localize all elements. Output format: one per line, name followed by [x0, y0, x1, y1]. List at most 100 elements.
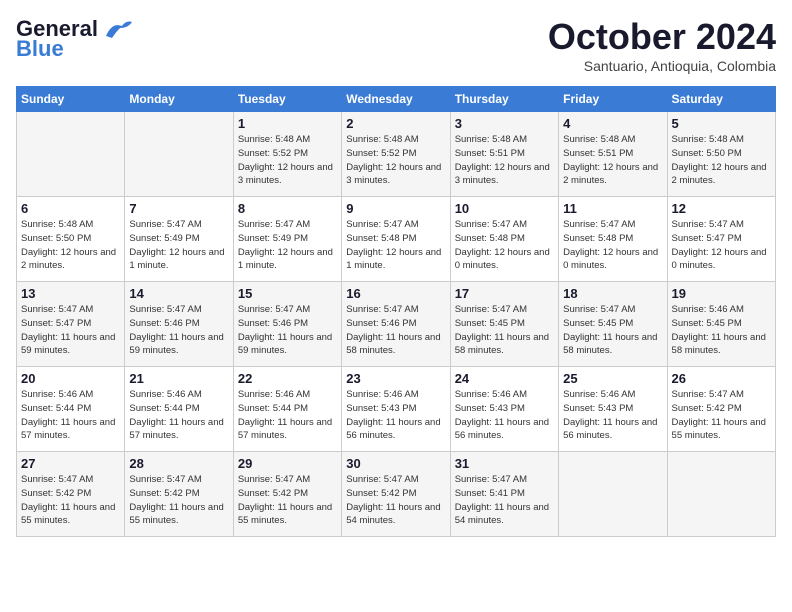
calendar-cell: 22 Sunrise: 5:46 AM Sunset: 5:44 PM Dayli… [233, 367, 341, 452]
weekday-header: Sunday [17, 87, 125, 112]
cell-info: Sunrise: 5:46 AM Sunset: 5:44 PM Dayligh… [238, 388, 337, 443]
day-number: 20 [21, 371, 120, 386]
cell-info: Sunrise: 5:47 AM Sunset: 5:49 PM Dayligh… [129, 218, 228, 273]
calendar-cell: 1 Sunrise: 5:48 AM Sunset: 5:52 PM Daylig… [233, 112, 341, 197]
calendar-cell: 13Sunrise: 5:47 AM Sunset: 5:47 PM Dayli… [17, 282, 125, 367]
calendar-week-row: 27 Sunrise: 5:47 AM Sunset: 5:42 PM Dayli… [17, 452, 776, 537]
calendar-table: SundayMondayTuesdayWednesdayThursdayFrid… [16, 86, 776, 537]
calendar-week-row: 13Sunrise: 5:47 AM Sunset: 5:47 PM Dayli… [17, 282, 776, 367]
calendar-cell: 25Sunrise: 5:46 AM Sunset: 5:43 PM Dayli… [559, 367, 667, 452]
day-number: 26 [672, 371, 771, 386]
calendar-cell: 7 Sunrise: 5:47 AM Sunset: 5:49 PM Daylig… [125, 197, 233, 282]
calendar-cell [17, 112, 125, 197]
calendar-cell: 24 Sunrise: 5:46 AM Sunset: 5:43 PM Dayli… [450, 367, 558, 452]
day-number: 29 [238, 456, 337, 471]
day-number: 1 [238, 116, 337, 131]
cell-info: Sunrise: 5:48 AM Sunset: 5:50 PM Dayligh… [672, 133, 771, 188]
cell-info: Sunrise: 5:47 AM Sunset: 5:42 PM Dayligh… [346, 473, 445, 528]
page-header: General Blue October 2024 Santuario, Ant… [16, 16, 776, 74]
calendar-cell [667, 452, 775, 537]
title-block: October 2024 Santuario, Antioquia, Colom… [548, 16, 776, 74]
calendar-cell: 6Sunrise: 5:48 AM Sunset: 5:50 PM Daylig… [17, 197, 125, 282]
cell-info: Sunrise: 5:47 AM Sunset: 5:41 PM Dayligh… [455, 473, 554, 528]
day-number: 11 [563, 201, 662, 216]
cell-info: Sunrise: 5:47 AM Sunset: 5:46 PM Dayligh… [238, 303, 337, 358]
logo: General Blue [16, 16, 134, 62]
calendar-cell: 31 Sunrise: 5:47 AM Sunset: 5:41 PM Dayli… [450, 452, 558, 537]
cell-info: Sunrise: 5:46 AM Sunset: 5:43 PM Dayligh… [455, 388, 554, 443]
calendar-cell: 5 Sunrise: 5:48 AM Sunset: 5:50 PM Daylig… [667, 112, 775, 197]
day-number: 18 [563, 286, 662, 301]
calendar-cell: 16 Sunrise: 5:47 AM Sunset: 5:46 PM Dayli… [342, 282, 450, 367]
calendar-cell: 15 Sunrise: 5:47 AM Sunset: 5:46 PM Dayli… [233, 282, 341, 367]
day-number: 4 [563, 116, 662, 131]
calendar-cell: 30Sunrise: 5:47 AM Sunset: 5:42 PM Dayli… [342, 452, 450, 537]
cell-info: Sunrise: 5:47 AM Sunset: 5:42 PM Dayligh… [672, 388, 771, 443]
day-number: 2 [346, 116, 445, 131]
calendar-cell: 12 Sunrise: 5:47 AM Sunset: 5:47 PM Dayli… [667, 197, 775, 282]
cell-info: Sunrise: 5:47 AM Sunset: 5:48 PM Dayligh… [563, 218, 662, 273]
cell-info: Sunrise: 5:48 AM Sunset: 5:50 PM Dayligh… [21, 218, 120, 273]
calendar-week-row: 20 Sunrise: 5:46 AM Sunset: 5:44 PM Dayli… [17, 367, 776, 452]
calendar-cell: 17 Sunrise: 5:47 AM Sunset: 5:45 PM Dayli… [450, 282, 558, 367]
day-number: 19 [672, 286, 771, 301]
cell-info: Sunrise: 5:47 AM Sunset: 5:48 PM Dayligh… [455, 218, 554, 273]
cell-info: Sunrise: 5:47 AM Sunset: 5:47 PM Dayligh… [21, 303, 120, 358]
weekday-header: Wednesday [342, 87, 450, 112]
calendar-cell: 21Sunrise: 5:46 AM Sunset: 5:44 PM Dayli… [125, 367, 233, 452]
day-number: 7 [129, 201, 228, 216]
calendar-cell: 23Sunrise: 5:46 AM Sunset: 5:43 PM Dayli… [342, 367, 450, 452]
cell-info: Sunrise: 5:48 AM Sunset: 5:52 PM Dayligh… [238, 133, 337, 188]
cell-info: Sunrise: 5:47 AM Sunset: 5:46 PM Dayligh… [129, 303, 228, 358]
weekday-header: Monday [125, 87, 233, 112]
calendar-cell: 26 Sunrise: 5:47 AM Sunset: 5:42 PM Dayli… [667, 367, 775, 452]
cell-info: Sunrise: 5:47 AM Sunset: 5:45 PM Dayligh… [563, 303, 662, 358]
calendar-cell: 28 Sunrise: 5:47 AM Sunset: 5:42 PM Dayli… [125, 452, 233, 537]
cell-info: Sunrise: 5:47 AM Sunset: 5:42 PM Dayligh… [21, 473, 120, 528]
cell-info: Sunrise: 5:47 AM Sunset: 5:42 PM Dayligh… [238, 473, 337, 528]
cell-info: Sunrise: 5:46 AM Sunset: 5:44 PM Dayligh… [21, 388, 120, 443]
day-number: 17 [455, 286, 554, 301]
month-title: October 2024 [548, 16, 776, 58]
cell-info: Sunrise: 5:47 AM Sunset: 5:49 PM Dayligh… [238, 218, 337, 273]
calendar-cell: 11 Sunrise: 5:47 AM Sunset: 5:48 PM Dayli… [559, 197, 667, 282]
day-number: 28 [129, 456, 228, 471]
cell-info: Sunrise: 5:47 AM Sunset: 5:45 PM Dayligh… [455, 303, 554, 358]
day-number: 31 [455, 456, 554, 471]
cell-info: Sunrise: 5:47 AM Sunset: 5:42 PM Dayligh… [129, 473, 228, 528]
calendar-cell: 3Sunrise: 5:48 AM Sunset: 5:51 PM Daylig… [450, 112, 558, 197]
day-number: 8 [238, 201, 337, 216]
calendar-cell: 9Sunrise: 5:47 AM Sunset: 5:48 PM Daylig… [342, 197, 450, 282]
cell-info: Sunrise: 5:46 AM Sunset: 5:43 PM Dayligh… [563, 388, 662, 443]
calendar-week-row: 1 Sunrise: 5:48 AM Sunset: 5:52 PM Daylig… [17, 112, 776, 197]
day-number: 15 [238, 286, 337, 301]
cell-info: Sunrise: 5:48 AM Sunset: 5:51 PM Dayligh… [455, 133, 554, 188]
weekday-header: Friday [559, 87, 667, 112]
day-number: 22 [238, 371, 337, 386]
day-number: 16 [346, 286, 445, 301]
calendar-header: SundayMondayTuesdayWednesdayThursdayFrid… [17, 87, 776, 112]
calendar-cell: 4 Sunrise: 5:48 AM Sunset: 5:51 PM Daylig… [559, 112, 667, 197]
day-number: 12 [672, 201, 771, 216]
day-number: 27 [21, 456, 120, 471]
calendar-cell: 18 Sunrise: 5:47 AM Sunset: 5:45 PM Dayli… [559, 282, 667, 367]
calendar-week-row: 6Sunrise: 5:48 AM Sunset: 5:50 PM Daylig… [17, 197, 776, 282]
calendar-cell: 8 Sunrise: 5:47 AM Sunset: 5:49 PM Daylig… [233, 197, 341, 282]
day-number: 5 [672, 116, 771, 131]
calendar-cell: 27 Sunrise: 5:47 AM Sunset: 5:42 PM Dayli… [17, 452, 125, 537]
cell-info: Sunrise: 5:47 AM Sunset: 5:47 PM Dayligh… [672, 218, 771, 273]
day-number: 10 [455, 201, 554, 216]
cell-info: Sunrise: 5:48 AM Sunset: 5:52 PM Dayligh… [346, 133, 445, 188]
cell-info: Sunrise: 5:48 AM Sunset: 5:51 PM Dayligh… [563, 133, 662, 188]
day-number: 14 [129, 286, 228, 301]
day-number: 9 [346, 201, 445, 216]
day-number: 24 [455, 371, 554, 386]
weekday-header: Thursday [450, 87, 558, 112]
logo-bird-icon [102, 18, 134, 40]
cell-info: Sunrise: 5:46 AM Sunset: 5:45 PM Dayligh… [672, 303, 771, 358]
cell-info: Sunrise: 5:47 AM Sunset: 5:46 PM Dayligh… [346, 303, 445, 358]
calendar-cell: 19 Sunrise: 5:46 AM Sunset: 5:45 PM Dayli… [667, 282, 775, 367]
day-number: 23 [346, 371, 445, 386]
logo-blue-text: Blue [16, 36, 64, 62]
weekday-header: Saturday [667, 87, 775, 112]
